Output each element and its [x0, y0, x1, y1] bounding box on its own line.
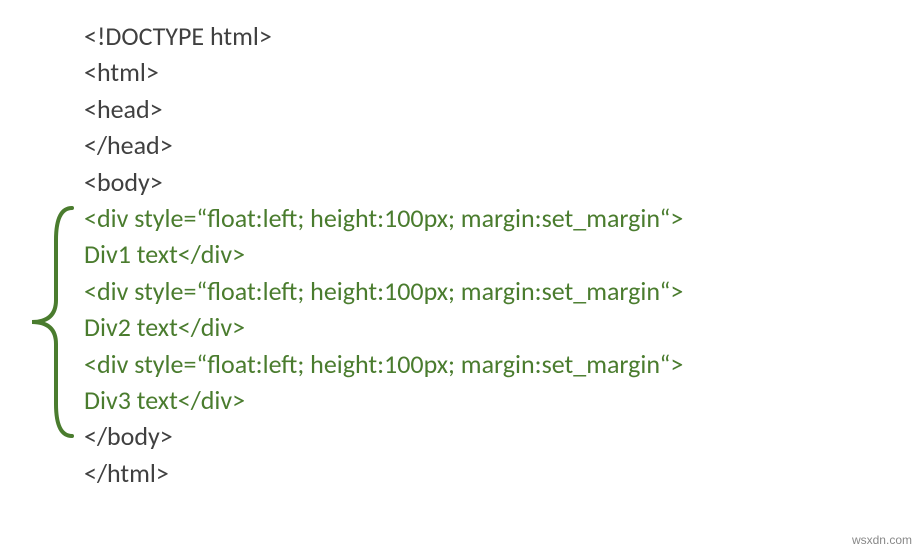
code-line-body-open: <body>: [84, 164, 683, 200]
code-line-div2-open: <div style=“float:left; height:100px; ma…: [84, 273, 683, 309]
watermark-text: wsxdn.com: [852, 533, 912, 547]
code-line-head-open: <head>: [84, 91, 683, 127]
left-brace-annotation: [24, 204, 78, 440]
code-line-html-close: </html>: [84, 455, 683, 491]
code-line-html-open: <html>: [84, 54, 683, 90]
code-line-doctype: <!DOCTYPE html>: [84, 18, 683, 54]
code-line-head-close: </head>: [84, 127, 683, 163]
code-line-body-close: </body>: [84, 418, 683, 454]
code-line-div1-text: Div1 text</div>: [84, 236, 683, 272]
code-block: <!DOCTYPE html> <html> <head> </head> <b…: [84, 18, 683, 491]
code-line-div2-text: Div2 text</div>: [84, 309, 683, 345]
code-line-div3-text: Div3 text</div>: [84, 382, 683, 418]
code-line-div3-open: <div style=“float:left; height:100px; ma…: [84, 346, 683, 382]
code-line-div1-open: <div style=“float:left; height:100px; ma…: [84, 200, 683, 236]
